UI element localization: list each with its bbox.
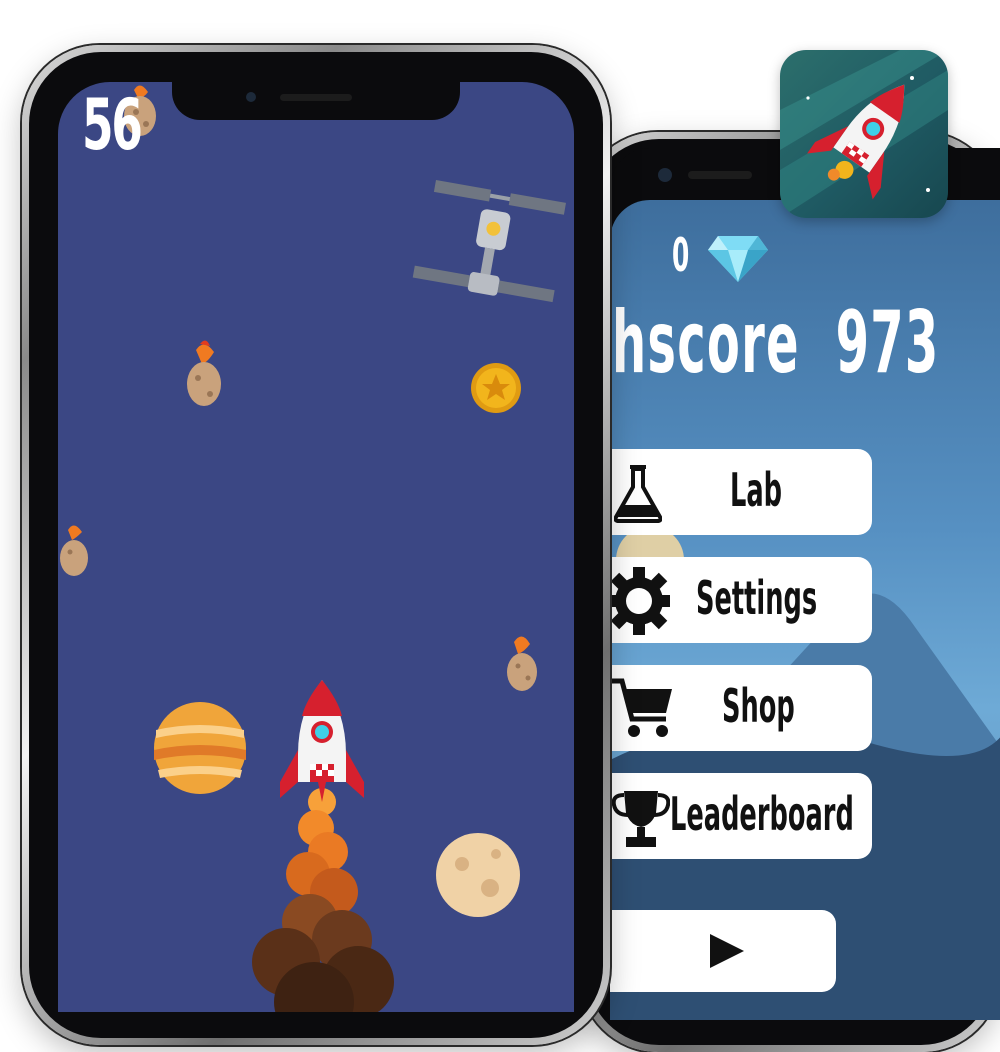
gear-icon xyxy=(608,567,670,635)
lab-label: Lab xyxy=(730,463,783,517)
meteor xyxy=(507,636,537,691)
leaderboard-button[interactable]: Leaderboard xyxy=(608,773,872,859)
left-phone-notch xyxy=(172,82,460,120)
highscore-display: hscore 973 xyxy=(612,300,939,386)
rocket xyxy=(280,680,364,802)
lab-button[interactable]: Lab xyxy=(608,449,872,535)
play-icon xyxy=(710,934,744,968)
settings-label: Settings xyxy=(696,571,818,625)
striped-planet xyxy=(154,702,246,794)
rocket-icon xyxy=(780,50,948,218)
meteor xyxy=(60,525,88,576)
game-score: 56 xyxy=(82,84,143,166)
shop-label: Shop xyxy=(722,679,795,733)
diamond-icon xyxy=(708,236,768,282)
trophy-icon xyxy=(612,791,670,847)
cart-icon xyxy=(612,678,672,737)
gem-count: 0 xyxy=(672,228,690,282)
speaker-grille xyxy=(280,94,352,101)
moon-planet xyxy=(436,833,520,917)
flask-icon xyxy=(614,465,662,523)
rocket-exhaust xyxy=(252,788,394,1012)
leaderboard-label: Leaderboard xyxy=(670,787,854,841)
play-button[interactable] xyxy=(610,910,836,992)
highscore-label: hscore xyxy=(612,293,800,393)
settings-button[interactable]: Settings xyxy=(608,557,872,643)
satellite xyxy=(412,180,566,303)
highscore-value: 973 xyxy=(835,293,940,393)
speaker-grille xyxy=(688,171,752,179)
app-icon[interactable] xyxy=(780,50,948,218)
game-screen[interactable] xyxy=(58,82,574,1012)
front-camera-icon xyxy=(658,168,672,182)
shop-button[interactable]: Shop xyxy=(608,665,872,751)
front-camera-icon xyxy=(246,92,256,102)
game-playfield xyxy=(60,85,566,1012)
meteor xyxy=(187,340,221,406)
gold-coin xyxy=(471,363,521,413)
